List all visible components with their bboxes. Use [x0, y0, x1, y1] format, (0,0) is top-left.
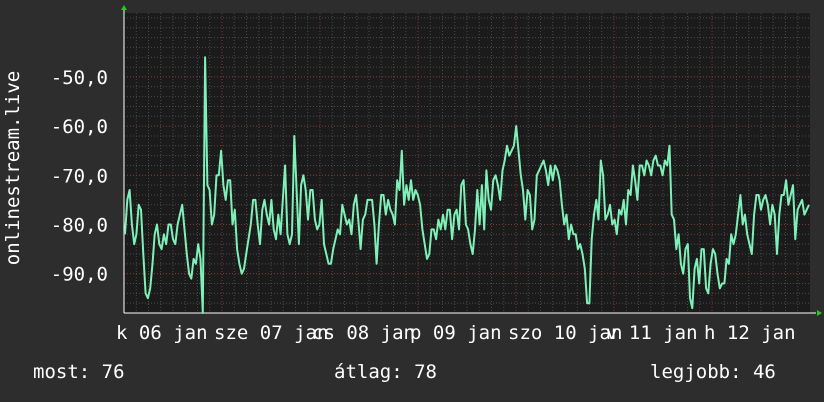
stat-best: legjobb: 46	[650, 361, 776, 383]
y-axis-arrow	[121, 5, 127, 10]
stat-current: most: 76	[33, 361, 125, 383]
x-tick-label: k 06 jan	[116, 322, 208, 344]
x-tick-label: h 12 jan	[704, 322, 796, 344]
y-axis-label-container: onlinestream.live	[0, 0, 26, 402]
y-tick-label: -90,0	[51, 264, 108, 286]
x-tick-label: v 11 jan	[606, 322, 698, 344]
y-tick-label: -70,0	[51, 165, 108, 187]
x-tick-label: p 09 jan	[410, 322, 502, 344]
y-axis-label: onlinestream.live	[2, 70, 24, 266]
x-tick-label: cs 08 jan	[312, 322, 415, 344]
chart: -50,0-60,0-70,0-80,0-90,0k 06 jan sze 07 …	[51, 5, 822, 344]
x-axis-arrow	[817, 310, 822, 316]
y-tick-label: -50,0	[51, 67, 108, 89]
y-tick-label: -60,0	[51, 116, 108, 138]
stat-average: átlag: 78	[334, 361, 437, 383]
y-tick-label: -80,0	[51, 214, 108, 236]
